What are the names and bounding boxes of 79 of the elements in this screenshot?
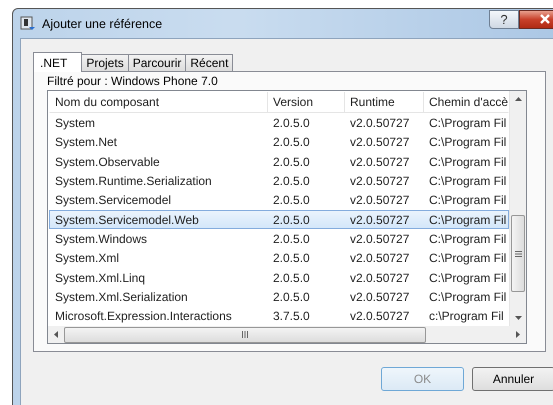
table-cell-text: 2.0.5.0 [272, 154, 311, 169]
scroll-thumb[interactable] [64, 326, 426, 342]
table-cell-text: v2.0.50727 [349, 270, 410, 285]
grip-icon [514, 250, 522, 256]
table-cell-text: 2.0.5.0 [272, 290, 311, 304]
table-row[interactable]: Microsoft.Expression.Interactions 3.7.5.0 v2.0.50727 c:\Program Fil [49, 306, 509, 326]
table-cell-text: System.Runtime.Serialization [54, 174, 213, 188]
grip-icon [242, 331, 248, 338]
table-cell-text: C:\Program Fil [428, 154, 506, 169]
table-cell-text: System.Xml.Linq [54, 270, 146, 285]
table-row[interactable]: System.Xml.Linq 2.0.5.0 v2.0.50727 C:\Program Fil [49, 268, 509, 288]
table-cell-text: 2.0.5.0 [272, 135, 311, 150]
table-cell-text: System.Xml [54, 251, 120, 266]
table-row[interactable]: System.Runtime.Serialization 2.0.5.0 v2.0.50727 C:\Program Fil [49, 171, 509, 191]
scroll-up-icon[interactable] [514, 97, 522, 101]
table-cell-text: v2.0.50727 [349, 174, 410, 188]
table-row[interactable]: System.Xml.Serialization 2.0.5.0 v2.0.50727 C:\Program Fil [49, 287, 509, 307]
table-row[interactable]: System.Servicemodel.Web 2.0.5.0 v2.0.50727 C:\Program Fil [49, 210, 509, 230]
table-cell-text: 2.0.5.0 [272, 174, 311, 188]
close-icon [539, 14, 551, 24]
column-header[interactable]: Version [268, 92, 345, 112]
table-cell-text: v2.0.50727 [349, 135, 410, 150]
table-row[interactable]: System.Servicemodel 2.0.5.0 v2.0.50727 C:\Program Fil [49, 190, 509, 210]
table-cell-text: v2.0.50727 [349, 309, 410, 324]
table-cell-text: C:\Program Fil [428, 270, 506, 285]
table-cell-text: 2.0.5.0 [272, 251, 311, 266]
tab[interactable]: .NET [33, 52, 82, 72]
table-row[interactable]: System.Net 2.0.5.0 v2.0.50727 C:\Program Fil [49, 132, 509, 152]
table-cell-text: v2.0.50727 [349, 154, 410, 169]
table-cell-text: C:\Program Fil [428, 212, 506, 227]
table-cell-text: System.Servicemodel.Web [54, 212, 200, 227]
table-cell-text: 2.0.5.0 [272, 116, 311, 130]
scroll-thumb[interactable] [511, 215, 525, 292]
table-cell-text: 2.0.5.0 [272, 212, 311, 227]
vertical-scrollbar[interactable] [509, 91, 526, 326]
tab[interactable]: Récent [185, 54, 234, 71]
table-cell-text: C:\Program Fil [428, 290, 506, 304]
tab[interactable]: Projets [81, 54, 129, 71]
table-cell-text: C:\Program Fil [428, 232, 506, 246]
table-cell-text: c:\Program Fil [428, 309, 505, 324]
scroll-down-icon[interactable] [514, 316, 522, 320]
column-header[interactable]: Chemin d'accè [424, 92, 506, 112]
table-cell-text: C:\Program Fil [428, 116, 506, 130]
table-cell-text: v2.0.50727 [349, 251, 410, 266]
table-cell-text: System.Net [54, 135, 118, 150]
scroll-left-icon[interactable] [54, 331, 58, 338]
table-row[interactable]: System 2.0.5.0 v2.0.50727 C:\Program Fil [49, 113, 509, 133]
table-cell-text: System.Xml.Serialization [54, 290, 189, 304]
filter-label: Filtré pour : Windows Phone 7.0 [47, 74, 219, 90]
table-row[interactable]: System.Windows 2.0.5.0 v2.0.50727 C:\Program Fil [49, 229, 509, 249]
table-cell-text: 2.0.5.0 [272, 193, 311, 208]
table-cell-text: C:\Program Fil [428, 193, 506, 208]
table-cell-text: 2.0.5.0 [272, 232, 311, 246]
table-cell-text: System [54, 116, 96, 130]
help-button[interactable]: ? [489, 10, 519, 28]
horizontal-scrollbar[interactable] [48, 326, 526, 343]
table-cell-text: v2.0.50727 [349, 193, 410, 208]
table-cell-text: 2.0.5.0 [272, 270, 311, 285]
column-header[interactable]: Nom du composant [50, 92, 268, 112]
scroll-right-icon[interactable] [516, 331, 520, 338]
table-cell-text: C:\Program Fil [428, 251, 506, 266]
window-app-icon [20, 16, 36, 32]
table-cell-text: Microsoft.Expression.Interactions [54, 309, 233, 324]
table-cell-text: C:\Program Fil [428, 174, 506, 188]
column-header[interactable]: Runtime [345, 92, 424, 112]
table-cell-text: v2.0.50727 [349, 116, 410, 130]
table-cell-text: v2.0.50727 [349, 232, 410, 246]
table-cell-text: C:\Program Fil [428, 135, 506, 150]
table-cell-text: System.Servicemodel [54, 193, 172, 208]
dialog-button[interactable]: Annuler [472, 367, 553, 391]
window-title: Ajouter une référence [42, 16, 162, 30]
table-row[interactable]: System.Xml 2.0.5.0 v2.0.50727 C:\Program Fil [49, 248, 509, 268]
table-cell-text: System.Windows [54, 232, 148, 246]
table-cell-text: v2.0.50727 [349, 290, 410, 304]
tab[interactable]: Parcourir [128, 54, 186, 71]
table-cell-text: v2.0.50727 [349, 212, 410, 227]
table-cell-text: 3.7.5.0 [272, 309, 311, 324]
table-row[interactable]: System.Observable 2.0.5.0 v2.0.50727 C:\Program Fil [49, 152, 509, 172]
table-cell-text: System.Observable [54, 154, 161, 169]
